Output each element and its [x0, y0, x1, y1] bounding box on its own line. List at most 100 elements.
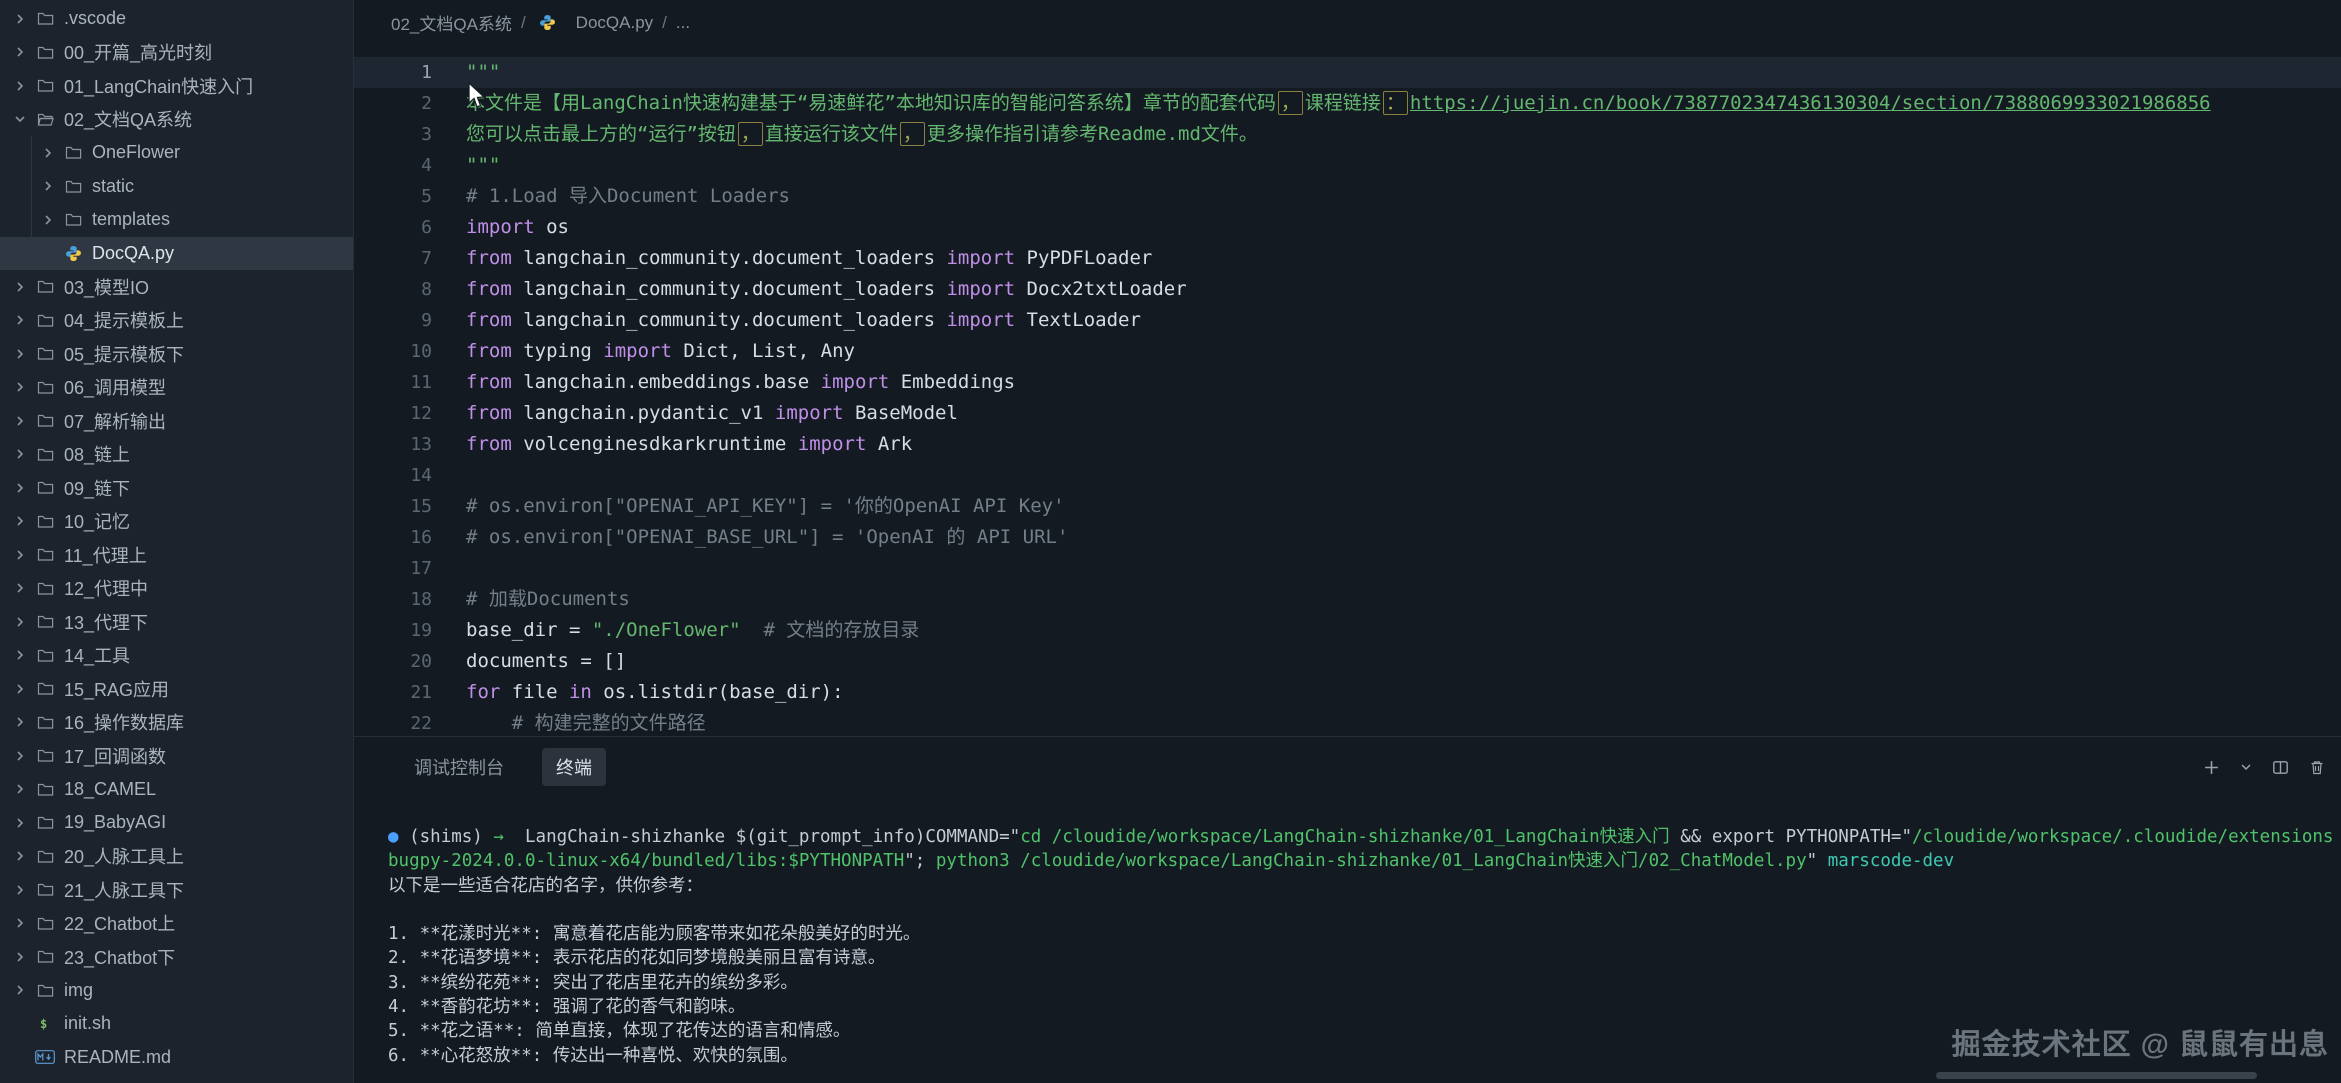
breadcrumb-ellipsis[interactable]: ...	[676, 13, 690, 33]
plus-icon[interactable]	[2203, 759, 2220, 776]
tree-item-readme-md[interactable]: README.md	[0, 1041, 353, 1075]
code-line[interactable]: 18# 加载Documents	[354, 584, 2341, 615]
chevron-right-icon[interactable]	[8, 715, 32, 729]
tree-item-23-chatbot下[interactable]: 23_Chatbot下	[0, 940, 353, 974]
chevron-right-icon[interactable]	[8, 380, 32, 394]
terminal-token: 以下是一些适合花店的名字，供你参考：	[388, 876, 703, 896]
tree-item-21-人脉工具下[interactable]: 21_人脉工具下	[0, 873, 353, 907]
code-line[interactable]: 2本文件是【用LangChain快速构建基于“易速鲜花”本地知识库的智能问答系统…	[354, 88, 2341, 119]
breadcrumb-folder[interactable]: 02_文档QA系统	[391, 10, 512, 35]
code-line[interactable]: 22 # 构建完整的文件路径	[354, 708, 2341, 736]
tree-item-16-操作数据库[interactable]: 16_操作数据库	[0, 706, 353, 740]
code-line[interactable]: 10from typing import Dict, List, Any	[354, 336, 2341, 367]
code-token: import	[821, 371, 890, 393]
chevron-right-icon[interactable]	[8, 648, 32, 662]
tree-item-14-工具[interactable]: 14_工具	[0, 639, 353, 673]
breadcrumb-file[interactable]: DocQA.py	[576, 13, 653, 33]
tree-item-19-babyagi[interactable]: 19_BabyAGI	[0, 806, 353, 840]
chevron-right-icon[interactable]	[36, 146, 60, 160]
tree-item-00-开篇-高光时刻[interactable]: 00_开篇_高光时刻	[0, 36, 353, 70]
chevron-right-icon[interactable]	[8, 883, 32, 897]
tree-item-static[interactable]: static	[0, 170, 353, 204]
chevron-right-icon[interactable]	[8, 45, 32, 59]
code-line[interactable]: 4"""	[354, 150, 2341, 181]
tree-item-22-chatbot上[interactable]: 22_Chatbot上	[0, 907, 353, 941]
tree-item-20-人脉工具上[interactable]: 20_人脉工具上	[0, 840, 353, 874]
chevron-right-icon[interactable]	[36, 213, 60, 227]
chevron-right-icon[interactable]	[8, 79, 32, 93]
code-line[interactable]: 19base_dir = "./OneFlower" # 文档的存放目录	[354, 615, 2341, 646]
chevron-right-icon[interactable]	[8, 782, 32, 796]
chevron-right-icon[interactable]	[8, 749, 32, 763]
tree-item-07-解析输出[interactable]: 07_解析输出	[0, 404, 353, 438]
tree-item-12-代理中[interactable]: 12_代理中	[0, 572, 353, 606]
chevron-right-icon[interactable]	[8, 414, 32, 428]
code-line[interactable]: 5# 1.Load 导入Document Loaders	[354, 181, 2341, 212]
chevron-right-icon[interactable]	[8, 514, 32, 528]
chevron-right-icon[interactable]	[8, 983, 32, 997]
chevron-right-icon[interactable]	[8, 581, 32, 595]
code-line[interactable]: 3您可以点击最上方的“运行”按钮，直接运行该文件，更多操作指引请参考Readme…	[354, 119, 2341, 150]
code-line[interactable]: 20documents = []	[354, 646, 2341, 677]
chevron-right-icon[interactable]	[8, 849, 32, 863]
tree-item-11-代理上[interactable]: 11_代理上	[0, 538, 353, 572]
tree-item-10-记忆[interactable]: 10_记忆	[0, 505, 353, 539]
code-link[interactable]: https://juejin.cn/book/73877023474361303…	[1410, 92, 2211, 114]
tree-item-18-camel[interactable]: 18_CAMEL	[0, 773, 353, 807]
chevron-right-icon[interactable]	[8, 347, 32, 361]
chevron-right-icon[interactable]	[8, 950, 32, 964]
code-text: # 1.Load 导入Document Loaders	[466, 181, 790, 212]
tree-item-03-模型io[interactable]: 03_模型IO	[0, 270, 353, 304]
split-panel-icon[interactable]	[2272, 759, 2289, 776]
tree-item-img[interactable]: img	[0, 974, 353, 1008]
tree-item-templates[interactable]: templates	[0, 203, 353, 237]
chevron-right-icon[interactable]	[8, 447, 32, 461]
panel-tab-调试控制台[interactable]: 调试控制台	[400, 748, 518, 786]
code-line[interactable]: 8from langchain_community.document_loade…	[354, 274, 2341, 305]
tree-item-17-回调函数[interactable]: 17_回调函数	[0, 739, 353, 773]
panel-tab-终端[interactable]: 终端	[542, 748, 606, 786]
tree-item-oneflower[interactable]: OneFlower	[0, 136, 353, 170]
watermark-text: 掘金技术社区 @ 鼠鼠有出息	[1952, 1021, 2329, 1063]
code-line[interactable]: 13from volcenginesdkarkruntime import Ar…	[354, 429, 2341, 460]
chevron-right-icon[interactable]	[8, 313, 32, 327]
code-line[interactable]: 1"""	[354, 57, 2341, 88]
trash-icon[interactable]	[2309, 759, 2325, 776]
tree-item-15-rag应用[interactable]: 15_RAG应用	[0, 672, 353, 706]
chevron-right-icon[interactable]	[8, 12, 32, 26]
code-line[interactable]: 6import os	[354, 212, 2341, 243]
chevron-right-icon[interactable]	[8, 916, 32, 930]
terminal-horizontal-scrollbar[interactable]	[1936, 1072, 2257, 1079]
chevron-right-icon[interactable]	[8, 682, 32, 696]
code-line[interactable]: 11from langchain.embeddings.base import …	[354, 367, 2341, 398]
code-line[interactable]: 14	[354, 460, 2341, 491]
chevron-right-icon[interactable]	[8, 280, 32, 294]
tree-item-05-提示模板下[interactable]: 05_提示模板下	[0, 337, 353, 371]
tree-item-06-调用模型[interactable]: 06_调用模型	[0, 371, 353, 405]
tree-item-04-提示模板上[interactable]: 04_提示模板上	[0, 304, 353, 338]
code-line[interactable]: 16# os.environ["OPENAI_BASE_URL"] = 'Ope…	[354, 522, 2341, 553]
tree-item-init-sh[interactable]: $init.sh	[0, 1007, 353, 1041]
tree-item-08-链上[interactable]: 08_链上	[0, 438, 353, 472]
tree-item-02-文档qa系统[interactable]: 02_文档QA系统	[0, 103, 353, 137]
tree-item-13-代理下[interactable]: 13_代理下	[0, 605, 353, 639]
code-line[interactable]: 9from langchain_community.document_loade…	[354, 305, 2341, 336]
chevron-right-icon[interactable]	[8, 615, 32, 629]
code-line[interactable]: 21for file in os.listdir(base_dir):	[354, 677, 2341, 708]
code-line[interactable]: 7from langchain_community.document_loade…	[354, 243, 2341, 274]
code-editor[interactable]: 1"""2本文件是【用LangChain快速构建基于“易速鲜花”本地知识库的智能…	[354, 45, 2341, 736]
chevron-right-icon[interactable]	[8, 816, 32, 830]
tree-item-01-langchain快速入门[interactable]: 01_LangChain快速入门	[0, 69, 353, 103]
code-line[interactable]: 12from langchain.pydantic_v1 import Base…	[354, 398, 2341, 429]
chevron-right-icon[interactable]	[8, 548, 32, 562]
tree-item-docqa-py[interactable]: DocQA.py	[0, 237, 353, 271]
code-token: langchain.embeddings.base	[512, 371, 821, 393]
chevron-right-icon[interactable]	[8, 481, 32, 495]
chevron-right-icon[interactable]	[36, 179, 60, 193]
chevron-down-icon[interactable]	[8, 112, 32, 126]
tree-item-vscode[interactable]: .vscode	[0, 2, 353, 36]
chevron-down-icon[interactable]	[2240, 761, 2252, 773]
tree-item-09-链下[interactable]: 09_链下	[0, 471, 353, 505]
code-line[interactable]: 17	[354, 553, 2341, 584]
code-line[interactable]: 15# os.environ["OPENAI_API_KEY"] = '你的Op…	[354, 491, 2341, 522]
